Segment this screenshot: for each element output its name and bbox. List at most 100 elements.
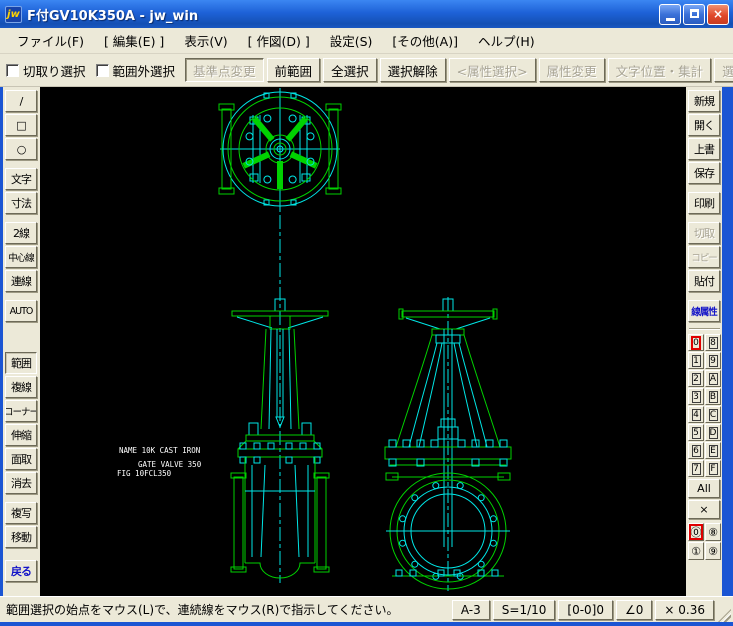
main-area: / □ ○ 文字 寸法 2線 中心線 連線 AUTO 範囲 複線 コーナー 伸縮… bbox=[0, 87, 733, 596]
layer-D-button[interactable]: D bbox=[705, 424, 721, 441]
text-position-tally-button: 文字位置・集計 bbox=[607, 58, 712, 82]
checkbox-label: 範囲外選択 bbox=[112, 63, 176, 79]
layer-3-button[interactable]: 3 bbox=[688, 388, 704, 405]
print-button[interactable]: 印刷 bbox=[688, 192, 720, 214]
checkbox-box[interactable] bbox=[6, 63, 19, 77]
layer-2-button[interactable]: 2 bbox=[688, 370, 704, 387]
tool-circle-button[interactable]: ○ bbox=[5, 138, 37, 160]
tool-auto-button[interactable]: AUTO bbox=[5, 300, 37, 322]
layer-6-button[interactable]: 6 bbox=[688, 442, 704, 459]
group-1-button[interactable]: ① bbox=[688, 542, 704, 560]
layer-F-button[interactable]: F bbox=[705, 460, 721, 477]
menu-help[interactable]: ヘルプ(H) bbox=[469, 28, 544, 53]
attribute-select-button: <属性選択> bbox=[448, 58, 536, 82]
tool-dimension-button[interactable]: 寸法 bbox=[5, 192, 37, 214]
checkbox-clip-select[interactable]: 切取り選択 bbox=[6, 61, 86, 80]
menu-edit[interactable]: [ 編集(E) ] bbox=[95, 28, 173, 53]
paste-button[interactable]: 貼付 bbox=[688, 270, 720, 292]
tool-polyline-button[interactable]: 連線 bbox=[5, 270, 37, 292]
layer-state-button[interactable]: [0-0]0 bbox=[558, 599, 613, 620]
group-8-button[interactable]: ⑧ bbox=[705, 523, 721, 541]
resize-grip[interactable] bbox=[718, 609, 731, 622]
copy-button: コピー bbox=[688, 246, 720, 268]
window-right-border bbox=[722, 87, 733, 596]
new-file-button[interactable]: 新規 bbox=[688, 90, 720, 112]
base-point-change-button: 基準点変更 bbox=[185, 58, 264, 82]
layer-8-button[interactable]: 8 bbox=[705, 334, 721, 351]
tool-double-line-button[interactable]: 2線 bbox=[5, 222, 37, 244]
line-attribute-button[interactable]: 線属性 bbox=[688, 300, 720, 322]
checkbox-label: 切取り選択 bbox=[23, 63, 86, 79]
menu-draw[interactable]: [ 作図(D) ] bbox=[239, 28, 319, 53]
group-9-button[interactable]: ⑨ bbox=[705, 542, 721, 560]
maximize-button[interactable] bbox=[683, 3, 705, 25]
layer-grid: 0 8 1 9 2 A 3 B 4 C 5 D 6 E 7 F bbox=[688, 334, 721, 477]
window-title: F付GV10K350A - jw_win bbox=[27, 8, 199, 24]
select-clipped-button: 選択 bbox=[714, 58, 733, 82]
tool-move-button[interactable]: 移動 bbox=[5, 526, 37, 548]
layer-B-button[interactable]: B bbox=[705, 388, 721, 405]
open-file-button[interactable]: 開く bbox=[688, 114, 720, 136]
layer-5-button[interactable]: 5 bbox=[688, 424, 704, 441]
group-0-button[interactable]: ⓪ bbox=[688, 523, 704, 541]
side-view bbox=[384, 297, 512, 591]
drawing-canvas[interactable]: NAME 10K CAST IRON GATE VALVE 350 FIG 10… bbox=[40, 87, 686, 596]
minimize-button[interactable] bbox=[659, 3, 681, 25]
scale-button[interactable]: S=1/10 bbox=[492, 599, 556, 620]
tool-chamfer-button[interactable]: 面取 bbox=[5, 448, 37, 470]
tool-line-button[interactable]: / bbox=[5, 90, 37, 112]
layer-E-button[interactable]: E bbox=[705, 442, 721, 459]
tool-corner-button[interactable]: コーナー bbox=[5, 400, 37, 422]
checkbox-outside-select[interactable]: 範囲外選択 bbox=[95, 61, 176, 80]
layer-4-button[interactable]: 4 bbox=[688, 406, 704, 423]
angle-button[interactable]: ∠0 bbox=[616, 599, 653, 620]
front-view bbox=[230, 215, 330, 583]
tool-stretch-button[interactable]: 伸縮 bbox=[5, 424, 37, 446]
plan-view bbox=[218, 88, 342, 212]
save-as-button[interactable]: 保存 bbox=[688, 162, 720, 184]
right-tool-column: 新規 開く 上書 保存 印刷 切取 コピー 貼付 線属性 0 8 1 9 2 A… bbox=[686, 87, 722, 596]
menu-file[interactable]: ファイル(F) bbox=[8, 28, 93, 53]
tool-offset-button[interactable]: 複線 bbox=[5, 376, 37, 398]
tool-back-button[interactable]: 戻る bbox=[5, 560, 37, 582]
gate-valve-drawing: NAME 10K CAST IRON GATE VALVE 350 FIG 10… bbox=[117, 88, 512, 591]
layer-9-button[interactable]: 9 bbox=[705, 352, 721, 369]
left-tool-column: / □ ○ 文字 寸法 2線 中心線 連線 AUTO 範囲 複線 コーナー 伸縮… bbox=[3, 87, 40, 596]
zoom-button[interactable]: × 0.36 bbox=[655, 599, 714, 620]
layer-all-button[interactable]: All bbox=[688, 479, 720, 498]
tool-range-button[interactable]: 範囲 bbox=[5, 352, 37, 374]
app-icon: jw bbox=[5, 5, 22, 23]
layer-1-button[interactable]: 1 bbox=[688, 352, 704, 369]
window-bottom-border bbox=[0, 622, 733, 626]
layer-C-button[interactable]: C bbox=[705, 406, 721, 423]
menu-bar: ファイル(F) [ 編集(E) ] 表示(V) [ 作図(D) ] 設定(S) … bbox=[0, 28, 733, 54]
drawing-label-name: NAME 10K CAST IRON bbox=[119, 446, 200, 455]
tool-copy-button[interactable]: 複写 bbox=[5, 502, 37, 524]
attribute-change-button: 属性変更 bbox=[538, 58, 605, 82]
layer-0-button[interactable]: 0 bbox=[688, 334, 704, 351]
select-all-button[interactable]: 全選択 bbox=[323, 58, 377, 82]
layer-group-grid: ⓪ ⑧ ① ⑨ bbox=[688, 523, 721, 560]
status-bar: 範囲選択の始点をマウス(L)で、連続線をマウス(R)で指示してください。 A-3… bbox=[0, 596, 733, 622]
deselect-button[interactable]: 選択解除 bbox=[379, 58, 446, 82]
menu-other[interactable]: [その他(A)] bbox=[383, 28, 467, 53]
layer-7-button[interactable]: 7 bbox=[688, 460, 704, 477]
title-bar: jw F付GV10K350A - jw_win × bbox=[0, 0, 733, 28]
tool-rect-button[interactable]: □ bbox=[5, 114, 37, 136]
layer-A-button[interactable]: A bbox=[705, 370, 721, 387]
divider bbox=[689, 328, 720, 330]
menu-view[interactable]: 表示(V) bbox=[175, 28, 236, 53]
drawing-label-valve: GATE VALVE 350 bbox=[138, 460, 202, 469]
selection-toolbar: 切取り選択 範囲外選択 基準点変更 前範囲 全選択 選択解除 <属性選択> 属性… bbox=[0, 54, 733, 87]
overwrite-save-button[interactable]: 上書 bbox=[688, 138, 720, 160]
close-button[interactable]: × bbox=[707, 3, 729, 25]
layer-none-button[interactable]: × bbox=[688, 500, 720, 519]
tool-text-button[interactable]: 文字 bbox=[5, 168, 37, 190]
tool-centerline-button[interactable]: 中心線 bbox=[5, 246, 37, 268]
paper-size-button[interactable]: A-3 bbox=[451, 599, 490, 620]
menu-settings[interactable]: 設定(S) bbox=[321, 28, 382, 53]
checkbox-box[interactable] bbox=[95, 63, 109, 77]
cut-button: 切取 bbox=[688, 222, 720, 244]
tool-erase-button[interactable]: 消去 bbox=[5, 472, 37, 494]
previous-range-button[interactable]: 前範囲 bbox=[266, 58, 321, 82]
